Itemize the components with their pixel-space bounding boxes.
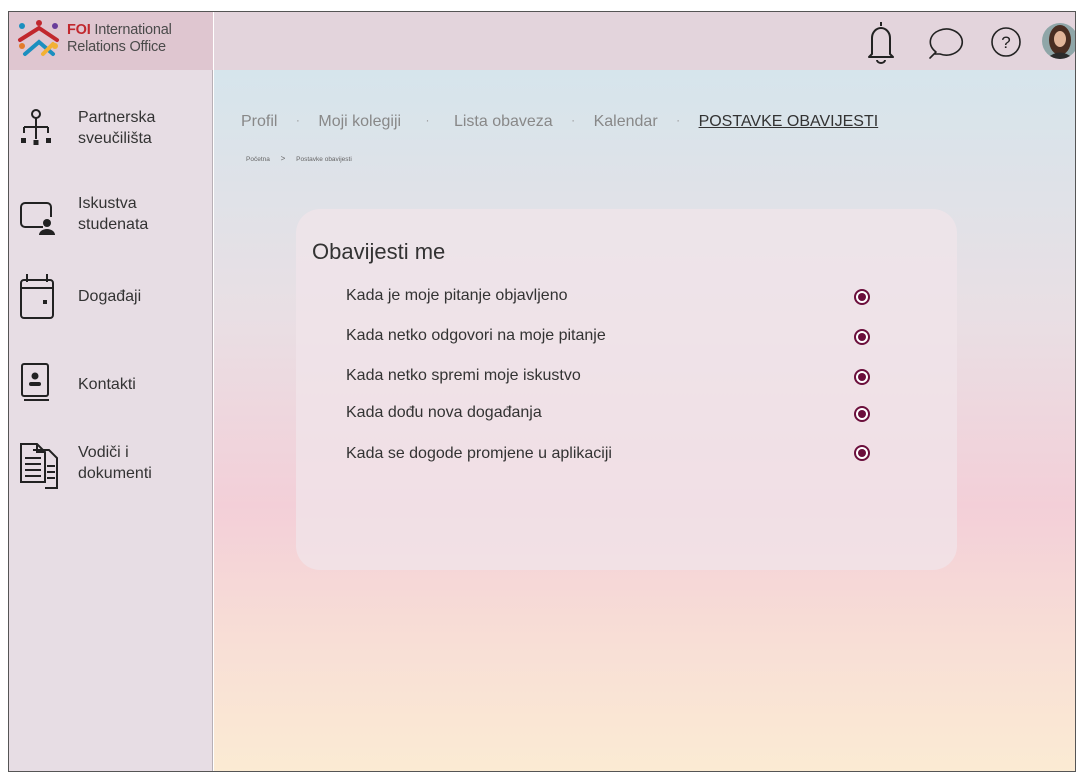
tab-kalendar[interactable]: Kalendar (594, 113, 658, 131)
sidebar-label-line1: Događaji (78, 288, 142, 305)
logo-text: FOI International Relations Office (67, 22, 172, 56)
sidebar-item-iskustva-studenata[interactable]: Iskustva studenata (9, 193, 213, 253)
contact-book-icon (21, 363, 49, 401)
sidebar-item-partnerska-sveucilista[interactable]: Partnerska sveučilišta (9, 107, 213, 167)
option-label: Kada netko spremi moje iskustvo (346, 367, 581, 384)
breadcrumb-home[interactable]: Početna (246, 156, 270, 163)
sidebar: FOI International Relations Office Partn… (9, 12, 213, 771)
help-icon[interactable]: ? (990, 26, 1022, 58)
hierarchy-icon (21, 109, 51, 145)
tab-profil[interactable]: Profil (241, 113, 277, 131)
logo-line2: Relations Office (67, 39, 166, 55)
option-label: Kada je moje pitanje objavljeno (346, 287, 568, 304)
option-radio[interactable] (854, 369, 870, 385)
avatar[interactable] (1042, 18, 1076, 64)
sidebar-item-label: Partnerska sveučilišta (78, 107, 208, 149)
calendar-icon (20, 274, 54, 319)
sidebar-label-line1: Kontakti (78, 376, 136, 393)
option-label: Kada se dogode promjene u aplikaciji (346, 445, 612, 462)
sidebar-label-line2: sveučilišta (78, 130, 152, 147)
tab-bar: Profil · Moji kolegiji · Lista obaveza ·… (241, 113, 878, 131)
logo-line1: International (90, 22, 172, 38)
sidebar-item-label: Iskustva studenata (78, 193, 208, 235)
option-label: Kada dođu nova događanja (346, 404, 542, 421)
notification-settings-card: Obavijesti me Kada je moje pitanje objav… (296, 209, 957, 570)
bell-icon[interactable] (866, 20, 896, 64)
tab-separator: · (425, 113, 430, 127)
logo[interactable]: FOI International Relations Office (9, 12, 213, 70)
option-radio[interactable] (854, 329, 870, 345)
sidebar-item-label: Događaji (78, 286, 208, 307)
sidebar-label-line2: dokumenti (78, 465, 152, 482)
option-radio[interactable] (854, 445, 870, 461)
tab-moji-kolegiji[interactable]: Moji kolegiji (318, 113, 401, 131)
help-glyph: ? (1001, 33, 1010, 52)
tab-postavke-obavijesti[interactable]: POSTAVKE OBAVIJESTI (699, 113, 879, 131)
sidebar-label-line2: studenata (78, 216, 149, 233)
sidebar-label-line1: Iskustva (78, 195, 137, 212)
breadcrumb: Početna > Postavke obavijesti (246, 154, 352, 163)
documents-icon (20, 443, 58, 489)
sidebar-item-dogadaji[interactable]: Događaji (9, 274, 213, 334)
option-radio[interactable] (854, 406, 870, 422)
user-screen-icon (20, 202, 55, 235)
sidebar-item-kontakti[interactable]: Kontakti (9, 362, 213, 422)
sidebar-label-line1: Partnerska (78, 109, 156, 126)
app-window: FOI International Relations Office Partn… (8, 11, 1076, 772)
sidebar-item-label: Kontakti (78, 374, 208, 395)
logo-mark-icon (18, 20, 59, 56)
chevron-right-icon: > (280, 154, 286, 163)
main-content: Profil · Moji kolegiji · Lista obaveza ·… (214, 70, 1075, 771)
chat-icon[interactable] (926, 24, 966, 60)
option-radio[interactable] (854, 289, 870, 305)
tab-separator: · (676, 113, 681, 127)
sidebar-label-line1: Vodiči i (78, 444, 129, 461)
breadcrumb-current: Postavke obavijesti (296, 156, 352, 163)
tab-lista-obaveza[interactable]: Lista obaveza (454, 113, 553, 131)
sidebar-item-label: Vodiči i dokumenti (78, 442, 208, 484)
top-bar: ? (214, 12, 1076, 70)
card-title: Obavijesti me (312, 239, 446, 264)
option-label: Kada netko odgovori na moje pitanje (346, 327, 606, 344)
sidebar-item-vodici-dokumenti[interactable]: Vodiči i dokumenti (9, 442, 213, 502)
tab-separator: · (571, 113, 576, 127)
logo-brand: FOI (67, 22, 91, 38)
tab-separator: · (295, 113, 300, 127)
